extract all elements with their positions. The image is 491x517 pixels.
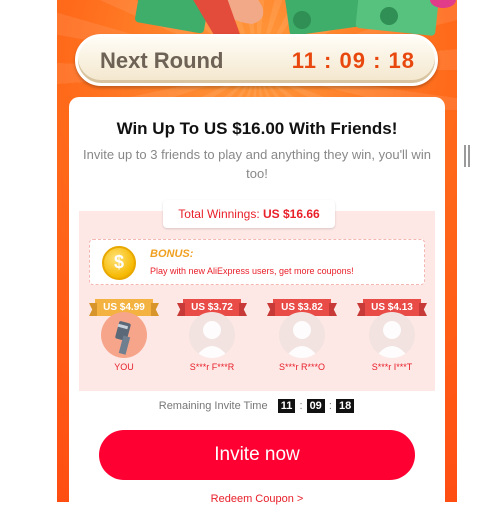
remaining-minutes: 09: [306, 399, 325, 413]
invite-now-button[interactable]: Invite now: [99, 430, 415, 480]
remaining-seconds: 18: [335, 399, 355, 413]
dollar-coin-icon: $: [102, 246, 136, 280]
bonus-box: $ BONUS: Play with new AliExpress users,…: [89, 239, 425, 285]
bonus-text: Play with new AliExpress users, get more…: [150, 266, 354, 276]
card-title: Win Up To US $16.00 With Friends!: [116, 119, 398, 138]
card-subtitle: Invite up to 3 friends to play and anyth…: [83, 147, 431, 181]
friend-name: S***r F***R: [189, 362, 235, 372]
friend-name: YOU: [114, 362, 134, 372]
hammer-avatar-icon: [101, 312, 147, 358]
user-placeholder-icon: [279, 312, 325, 358]
total-winnings-label: Total Winnings:: [178, 207, 263, 221]
total-winnings-tab: Total Winnings: US $16.66: [163, 200, 335, 228]
total-winnings-value: US $16.66: [262, 207, 320, 221]
next-round-countdown: 11 : 09 : 18: [291, 48, 415, 73]
remaining-hours: 11: [277, 399, 296, 413]
friend-slot-4[interactable]: US $4.13 S***r I***T: [357, 299, 427, 379]
invite-card: Win Up To US $16.00 With Friends! Invite…: [69, 97, 445, 517]
resize-handle[interactable]: [464, 145, 470, 167]
bonus-title: BONUS:: [150, 248, 194, 260]
next-round-timer: Next Round 11 : 09 : 18: [75, 34, 438, 86]
redeem-coupon-link[interactable]: Redeem Coupon >: [69, 493, 445, 505]
friend-slot-3[interactable]: US $3.82 S***r R***O: [267, 299, 337, 379]
friend-name: S***r R***O: [278, 362, 325, 372]
friend-name: S***r I***T: [371, 362, 413, 372]
friend-slot-2[interactable]: US $3.72 S***r F***R: [177, 299, 247, 379]
user-placeholder-icon: [189, 312, 235, 358]
remaining-invite-time: Remaining Invite Time 11 : 09 : 18: [69, 399, 445, 413]
next-round-label: Next Round: [100, 48, 224, 73]
remaining-label: Remaining Invite Time: [158, 400, 268, 412]
friend-slot-you: US $4.99 YOU: [89, 299, 159, 379]
user-placeholder-icon: [369, 312, 415, 358]
